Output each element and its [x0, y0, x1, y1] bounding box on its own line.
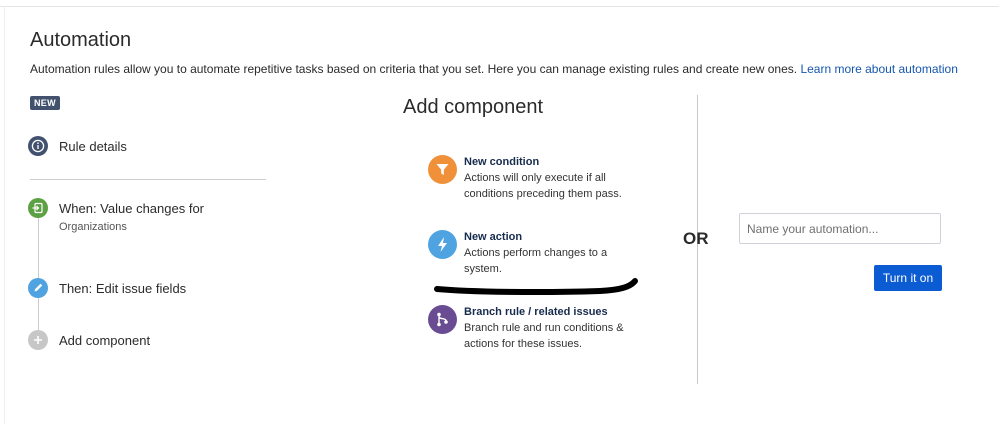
window-top-border	[0, 0, 999, 7]
page-description: Automation rules allow you to automate r…	[30, 62, 958, 76]
or-separator: OR	[683, 229, 709, 248]
plus-icon	[28, 330, 48, 350]
step-label: Then: Edit issue fields	[59, 280, 187, 296]
add-component-title: Add component	[403, 96, 544, 118]
new-condition-option[interactable]: New condition Actions will only execute …	[428, 155, 639, 202]
branch-icon	[428, 305, 457, 334]
step-connector	[38, 298, 39, 331]
step-action[interactable]: Then: Edit issue fields	[28, 278, 186, 298]
window-left-border	[4, 6, 5, 424]
new-badge: NEW	[30, 96, 60, 110]
option-title: New condition	[464, 156, 540, 168]
page-title: Automation	[30, 29, 132, 51]
step-label: When: Value changes for	[59, 200, 205, 216]
turn-it-on-button[interactable]: Turn it on	[874, 265, 942, 291]
learn-more-link[interactable]: Learn more about automation	[800, 62, 957, 76]
step-rule-details[interactable]: Rule details	[28, 136, 127, 156]
branch-rule-option[interactable]: Branch rule / related issues Branch rule…	[428, 305, 639, 352]
step-trigger-field: Organizations	[59, 221, 127, 233]
step-label: Rule details	[59, 138, 127, 154]
description-text: Automation rules allow you to automate r…	[30, 62, 798, 76]
step-label: Add component	[59, 332, 151, 348]
pencil-icon	[28, 278, 48, 298]
info-icon	[28, 136, 48, 156]
step-trigger[interactable]: When: Value changes for	[28, 198, 204, 218]
option-description: Actions will only execute if all conditi…	[464, 172, 622, 200]
option-description: Branch rule and run conditions & actions…	[464, 322, 624, 350]
lightning-icon	[428, 230, 457, 259]
automation-name-input[interactable]	[739, 213, 941, 244]
option-title: New action	[464, 231, 523, 243]
step-connector	[38, 218, 39, 278]
handwritten-underline	[434, 278, 638, 296]
filter-icon	[428, 155, 457, 184]
trigger-icon	[28, 198, 48, 218]
step-add-component[interactable]: Add component	[28, 330, 150, 350]
option-title: Branch rule / related issues	[464, 306, 608, 318]
sidebar-divider	[30, 179, 266, 180]
